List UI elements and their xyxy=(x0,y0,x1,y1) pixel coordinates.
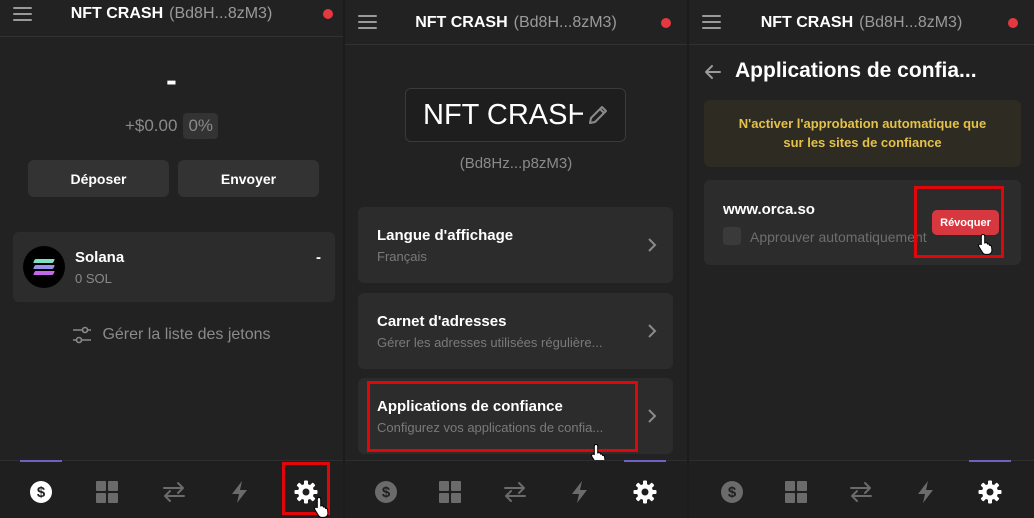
site-domain: www.orca.so xyxy=(723,201,815,218)
svg-text:$: $ xyxy=(37,484,46,501)
manage-tokens-label: Gérer la liste des jetons xyxy=(102,326,271,343)
grid-icon[interactable] xyxy=(438,480,462,504)
send-button[interactable]: Envoyer xyxy=(178,160,319,197)
settings-item-title: Langue d'affichage xyxy=(377,227,514,244)
nav-active-indicator xyxy=(969,460,1011,462)
settings-item-subtitle: Gérer les adresses utilisées régulière..… xyxy=(377,335,603,350)
trusted-apps-panel: NFT CRASH (Bd8H...8zM3) Applications de c… xyxy=(689,0,1034,518)
warning-line: sur les sites de confiance xyxy=(783,135,942,150)
header: NFT CRASH (Bd8H...8zM3) xyxy=(689,0,1034,44)
token-amount: 0 SOL xyxy=(75,271,112,286)
bolt-icon[interactable] xyxy=(228,480,252,504)
deposit-button[interactable]: Déposer xyxy=(28,160,169,197)
bolt-icon[interactable] xyxy=(914,480,938,504)
network-status-dot xyxy=(1008,18,1018,28)
sliders-icon xyxy=(73,326,92,344)
swap-icon[interactable] xyxy=(849,480,873,504)
balance-value: - xyxy=(166,62,177,98)
dollar-icon[interactable]: $ xyxy=(374,480,398,504)
wallet-title[interactable]: NFT CRASH (Bd8H...8zM3) xyxy=(345,14,687,32)
header: NFT CRASH (Bd8H...8zM3) xyxy=(345,0,687,44)
swap-icon[interactable] xyxy=(162,480,186,504)
svg-text:$: $ xyxy=(728,484,737,501)
balance-change: +$0.00 0% xyxy=(0,113,343,139)
auto-approve-checkbox[interactable] xyxy=(723,227,741,245)
swap-icon[interactable] xyxy=(503,480,527,504)
wallet-address: (Bd8H...8zM3) xyxy=(859,14,963,31)
dollar-icon[interactable]: $ xyxy=(720,480,744,504)
wallet-address: (Bd8H...8zM3) xyxy=(513,14,617,31)
wallet-home-panel: NFT CRASH (Bd8H...8zM3) - +$0.00 0% Dépose… xyxy=(0,0,343,518)
gear-icon[interactable] xyxy=(978,480,1002,504)
divider xyxy=(345,44,687,45)
nav-active-indicator xyxy=(624,460,666,462)
chevron-right-icon xyxy=(648,238,657,252)
change-percent: 0% xyxy=(183,113,219,139)
edit-pencil-icon[interactable] xyxy=(587,104,609,126)
grid-icon[interactable] xyxy=(784,480,808,504)
dollar-icon[interactable]: $ xyxy=(29,480,53,504)
header: NFT CRASH (Bd8H...8zM3) xyxy=(0,0,343,44)
token-name: Solana xyxy=(75,249,125,266)
bolt-icon[interactable] xyxy=(568,480,592,504)
network-status-dot xyxy=(661,18,671,28)
trusted-apps-highlight xyxy=(367,381,638,452)
chevron-right-icon xyxy=(648,324,657,338)
wallet-name-value: NFT CRASH xyxy=(423,99,583,131)
settings-item-title: Carnet d'adresses xyxy=(377,313,507,330)
token-row-solana[interactable]: Solana 0 SOL - xyxy=(13,232,335,302)
wallet-name-field[interactable]: NFT CRASH xyxy=(405,88,626,142)
settings-item-address-book[interactable]: Carnet d'adresses Gérer les adresses uti… xyxy=(358,293,673,369)
settings-item-subtitle: Français xyxy=(377,249,427,264)
bottom-nav: $ xyxy=(689,460,1034,518)
solana-logo-icon xyxy=(23,246,65,288)
settings-item-language[interactable]: Langue d'affichage Français xyxy=(358,207,673,283)
wallet-title[interactable]: NFT CRASH (Bd8H...8zM3) xyxy=(0,5,343,23)
wallet-address-full: (Bd8Hz...p8zM3) xyxy=(459,155,573,172)
auto-approve-label: Approuver automatiquement xyxy=(750,229,927,245)
nav-active-indicator xyxy=(20,460,62,462)
hand-cursor-icon xyxy=(977,233,995,255)
settings-panel: NFT CRASH (Bd8H...8zM3) NFT CRASH (Bd8Hz.… xyxy=(345,0,687,518)
svg-text:$: $ xyxy=(382,484,391,501)
change-amount: +$0.00 xyxy=(124,116,178,135)
back-arrow-icon[interactable] xyxy=(703,62,723,82)
auto-approve-warning: N'activer l'approbation automatique que … xyxy=(704,100,1021,167)
bottom-nav: $ xyxy=(345,460,687,518)
wallet-name: NFT CRASH xyxy=(415,14,508,31)
divider xyxy=(0,36,343,37)
divider xyxy=(689,44,1034,45)
wallet-address: (Bd8H...8zM3) xyxy=(169,5,273,22)
token-value: - xyxy=(316,249,321,266)
warning-line: N'activer l'approbation automatique que xyxy=(738,116,987,131)
page-title: Applications de confia... xyxy=(735,59,977,82)
hand-cursor-icon xyxy=(313,496,331,518)
wallet-name: NFT CRASH xyxy=(70,5,164,22)
manage-tokens-link[interactable]: Gérer la liste des jetons xyxy=(0,326,343,344)
grid-icon[interactable] xyxy=(95,480,119,504)
network-status-dot xyxy=(323,9,333,19)
gear-icon[interactable] xyxy=(633,480,657,504)
chevron-right-icon xyxy=(648,409,657,423)
wallet-title[interactable]: NFT CRASH (Bd8H...8zM3) xyxy=(689,14,1034,32)
wallet-name: NFT CRASH xyxy=(760,14,854,31)
